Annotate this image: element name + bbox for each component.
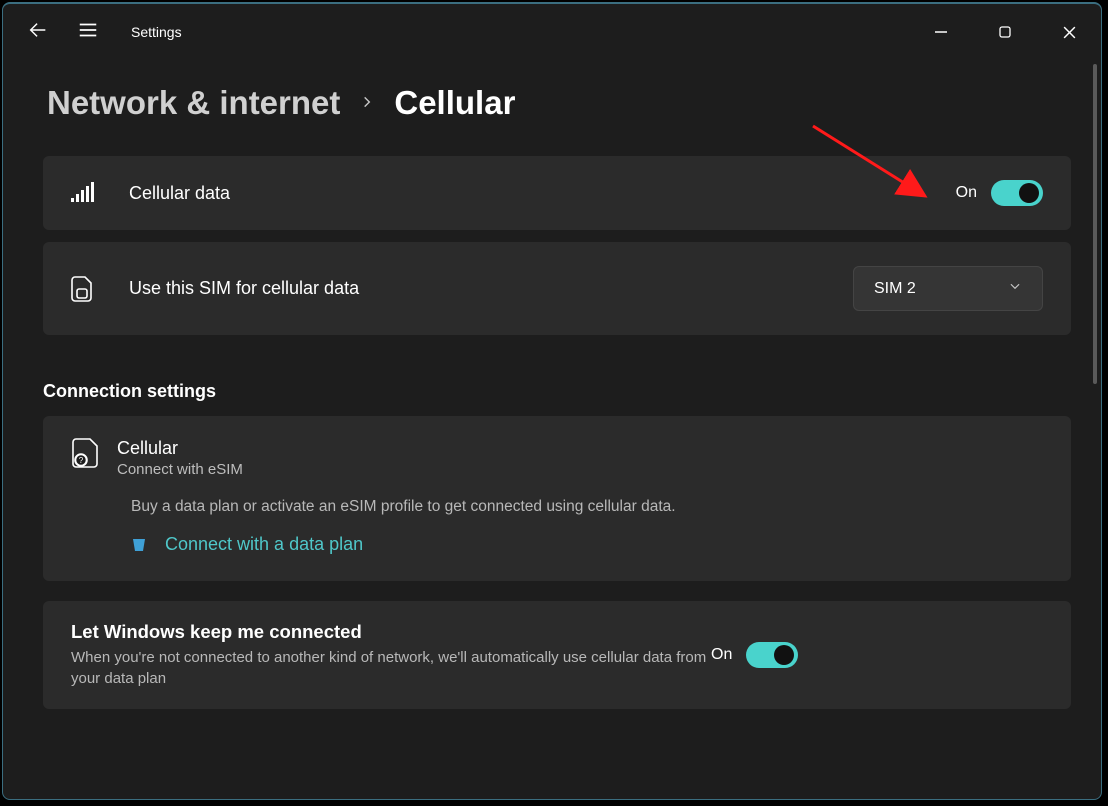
minimize-button[interactable] — [909, 8, 973, 56]
scrollbar[interactable] — [1093, 64, 1097, 384]
breadcrumb-parent[interactable]: Network & internet — [47, 84, 340, 122]
keep-connected-state: On — [711, 646, 732, 664]
titlebar-left: Settings — [27, 19, 182, 46]
breadcrumb: Network & internet Cellular — [3, 60, 1101, 156]
close-button[interactable] — [1037, 8, 1101, 56]
back-button[interactable] — [27, 19, 49, 46]
esim-description: Buy a data plan or activate an eSIM prof… — [131, 498, 1043, 516]
maximize-icon — [998, 25, 1012, 39]
esim-subtitle: Connect with eSIM — [117, 461, 243, 478]
keep-connected-card: Let Windows keep me connected When you'r… — [43, 601, 1071, 709]
signal-icon — [71, 182, 113, 204]
arrow-left-icon — [27, 19, 49, 41]
titlebar: Settings — [3, 4, 1101, 60]
svg-text:?: ? — [79, 456, 84, 465]
data-plan-link-row: Connect with a data plan — [131, 534, 1043, 555]
sim-select-label: Use this SIM for cellular data — [129, 278, 359, 299]
keep-connected-toggle-group: On — [711, 642, 798, 668]
keep-connected-description: When you're not connected to another kin… — [71, 647, 711, 689]
toggle-knob — [774, 645, 794, 665]
esim-card: ? Cellular Connect with eSIM Buy a data … — [43, 416, 1071, 581]
sim-select-card: Use this SIM for cellular data SIM 2 — [43, 242, 1071, 335]
content-area: Cellular data On Use this SIM for cellul… — [3, 156, 1101, 799]
connection-settings-heading: Connection settings — [43, 381, 1071, 402]
sim-dropdown-value: SIM 2 — [874, 280, 916, 298]
cellular-data-toggle-group: On — [956, 180, 1043, 206]
chevron-right-icon — [360, 92, 374, 115]
cellular-data-card: Cellular data On — [43, 156, 1071, 230]
hamburger-button[interactable] — [77, 19, 99, 46]
connect-data-plan-link[interactable]: Connect with a data plan — [165, 534, 363, 555]
esim-title: Cellular — [117, 438, 243, 459]
cellular-data-label: Cellular data — [129, 183, 230, 204]
keep-connected-title: Let Windows keep me connected — [71, 621, 711, 643]
hamburger-icon — [77, 19, 99, 41]
breadcrumb-current: Cellular — [394, 84, 515, 122]
cellular-data-toggle[interactable] — [991, 180, 1043, 206]
esim-icon: ? — [71, 438, 99, 473]
window-controls — [909, 8, 1101, 56]
sim-icon — [71, 276, 113, 302]
store-icon — [131, 537, 149, 553]
maximize-button[interactable] — [973, 8, 1037, 56]
app-title: Settings — [131, 24, 182, 40]
chevron-down-icon — [1008, 279, 1022, 298]
sim-dropdown[interactable]: SIM 2 — [853, 266, 1043, 311]
close-icon — [1062, 25, 1077, 40]
cellular-data-state: On — [956, 184, 977, 202]
settings-window: Settings Network & internet Cellular — [2, 2, 1102, 800]
keep-connected-toggle[interactable] — [746, 642, 798, 668]
toggle-knob — [1019, 183, 1039, 203]
minimize-icon — [934, 25, 948, 39]
